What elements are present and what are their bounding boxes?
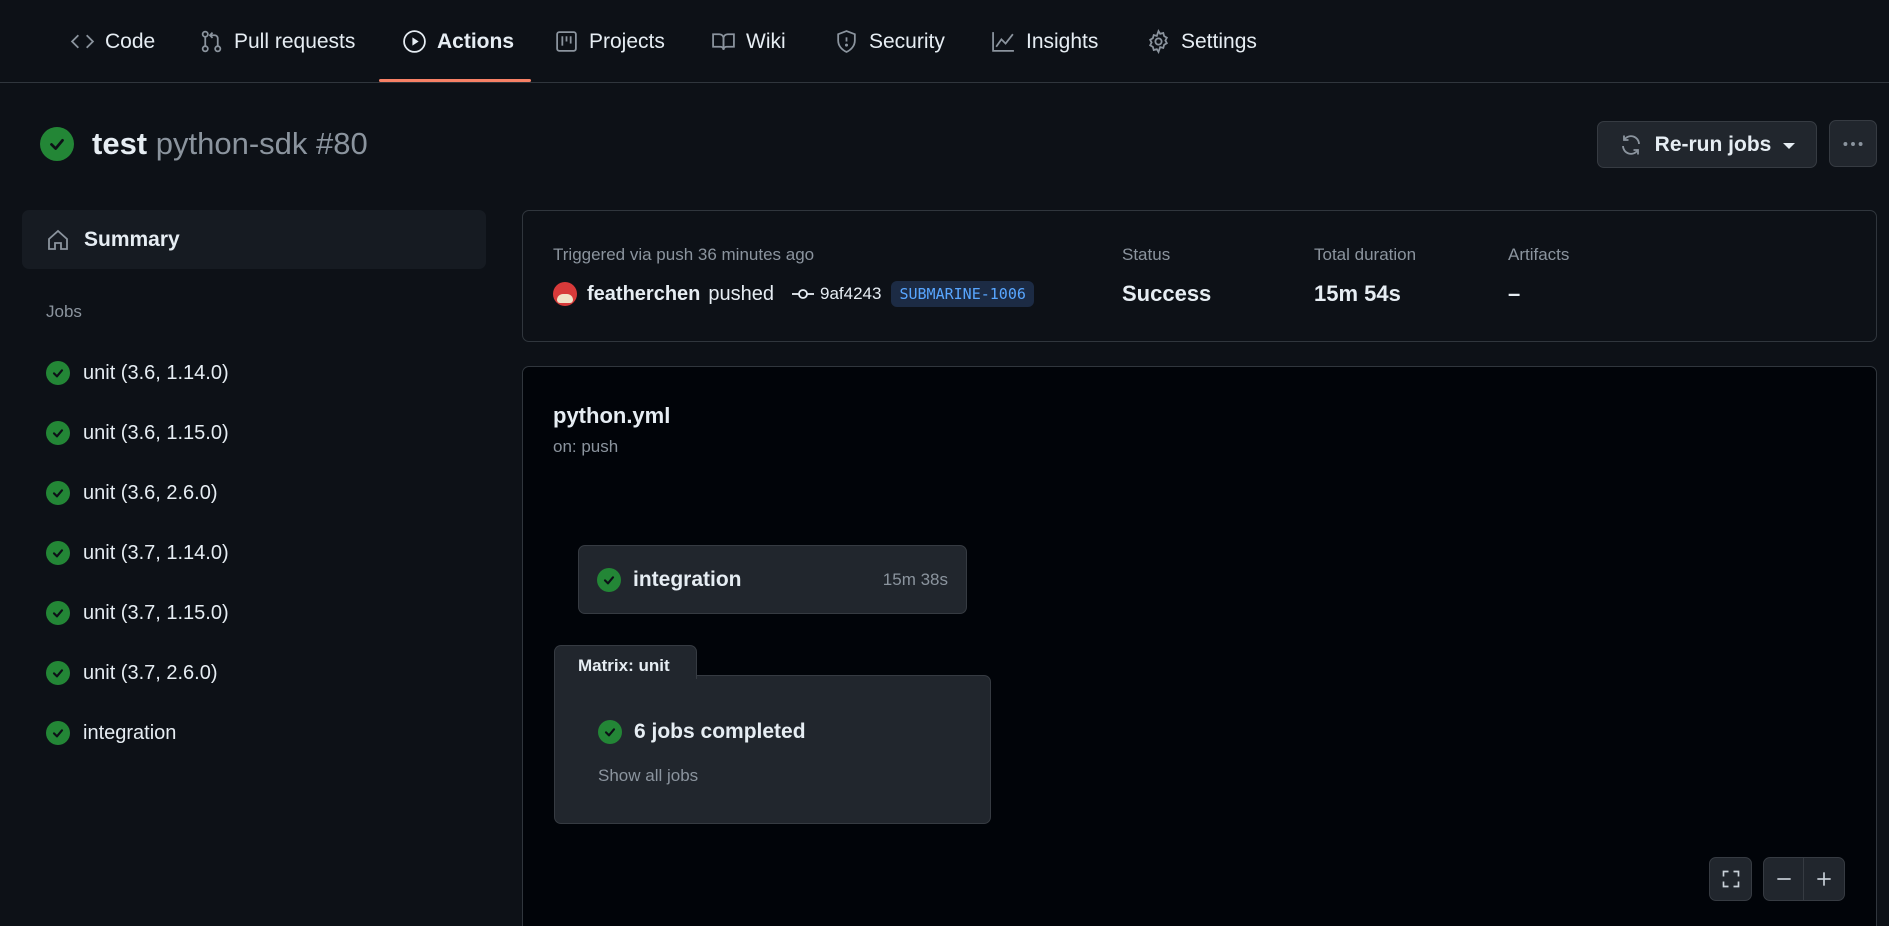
gear-icon — [1148, 29, 1169, 54]
workflow-file[interactable]: python.yml — [553, 403, 670, 429]
status-label: Status — [1122, 245, 1171, 264]
check-circle-icon — [46, 421, 70, 445]
project-icon — [556, 31, 577, 52]
zoom-out-button[interactable] — [1764, 858, 1805, 900]
show-all-jobs-link[interactable]: Show all jobs — [598, 766, 698, 786]
play-icon — [403, 30, 426, 53]
artifacts-value: – — [1508, 281, 1521, 306]
status-value: Success — [1122, 281, 1212, 306]
tab-actions[interactable]: Actions — [402, 0, 514, 83]
page-title: test python-sdk #80 — [40, 124, 368, 164]
sidebar-job-item[interactable]: unit (3.7, 1.14.0) — [46, 538, 229, 568]
check-circle-icon — [598, 720, 622, 744]
tab-settings[interactable]: Settings — [1146, 0, 1257, 83]
job-label: unit (3.6, 1.15.0) — [83, 421, 229, 444]
workflow-name: test — [92, 126, 148, 161]
push-action: pushed — [708, 282, 774, 305]
push-info: featherchen pushed 9af4243 SUBMARINE-100… — [553, 281, 1034, 307]
commit-sha: 9af4243 — [820, 284, 882, 303]
check-circle-icon — [46, 541, 70, 565]
graph-job-integration[interactable]: integration 15m 38s — [578, 545, 967, 614]
job-name: integration — [633, 567, 742, 591]
run-summary-card: Triggered via push 36 minutes ago feathe… — [522, 210, 1877, 342]
sidebar-job-item[interactable]: unit (3.6, 2.6.0) — [46, 478, 218, 508]
tab-label: Security — [869, 29, 945, 53]
caret-down-icon — [1783, 143, 1796, 149]
screen-full-icon — [1722, 870, 1739, 888]
job-label: unit (3.6, 1.14.0) — [83, 361, 229, 384]
check-circle-icon — [46, 661, 70, 685]
branch-badge[interactable]: SUBMARINE-1006 — [891, 281, 1034, 307]
tab-insights[interactable]: Insights — [991, 0, 1098, 83]
tab-security[interactable]: Security — [834, 0, 945, 83]
matrix-completed: 6 jobs completed — [634, 720, 806, 743]
kebab-horizontal-icon — [1843, 141, 1863, 146]
check-circle-icon — [46, 601, 70, 625]
matrix-status: 6 jobs completed — [598, 720, 806, 744]
active-tab-underline — [379, 79, 531, 82]
home-icon — [48, 229, 68, 250]
zoom-controls — [1763, 857, 1845, 901]
tab-label: Wiki — [746, 29, 786, 53]
job-label: unit (3.7, 2.6.0) — [83, 661, 218, 684]
check-circle-icon — [46, 721, 70, 745]
minus-icon — [1776, 878, 1791, 880]
commit-link[interactable]: 9af4243 — [792, 284, 881, 304]
tab-label: Projects — [589, 29, 665, 53]
job-label: unit (3.7, 1.14.0) — [83, 541, 229, 564]
job-label: unit (3.7, 1.15.0) — [83, 601, 229, 624]
sidebar-job-item[interactable]: unit (3.7, 1.15.0) — [46, 598, 229, 628]
jobs-heading: Jobs — [46, 302, 82, 321]
job-duration: 15m 38s — [882, 569, 948, 589]
summary-label: Summary — [84, 227, 180, 251]
tab-code[interactable]: Code — [70, 0, 155, 83]
artifacts-label: Artifacts — [1508, 245, 1570, 264]
check-circle-icon — [597, 567, 621, 592]
more-options-button[interactable] — [1829, 120, 1877, 167]
rerun-jobs-button[interactable]: Re-run jobs — [1597, 121, 1817, 168]
workflow-trigger: on: push — [553, 437, 619, 456]
check-circle-icon — [46, 361, 70, 385]
zoom-in-button[interactable] — [1804, 858, 1844, 900]
trigger-text: Triggered via push 36 minutes ago — [553, 245, 815, 264]
tab-pull-requests[interactable]: Pull requests — [199, 0, 355, 83]
check-circle-icon — [40, 127, 74, 161]
tab-label: Pull requests — [234, 29, 356, 53]
graph-icon — [992, 32, 1014, 52]
tab-label: Actions — [437, 29, 515, 53]
sidebar-job-item[interactable]: integration — [46, 718, 176, 748]
git-commit-icon — [792, 289, 814, 299]
fullscreen-button[interactable] — [1709, 857, 1752, 901]
plus-icon — [1817, 872, 1831, 886]
duration-label: Total duration — [1314, 245, 1417, 264]
sidebar-summary[interactable]: Summary — [22, 210, 486, 269]
code-icon — [70, 34, 95, 49]
tab-label: Code — [105, 29, 156, 53]
matrix-label: Matrix: unit — [554, 645, 697, 679]
book-icon — [712, 33, 735, 51]
avatar[interactable] — [553, 282, 577, 306]
tab-projects[interactable]: Projects — [554, 0, 665, 83]
tab-wiki[interactable]: Wiki — [711, 0, 786, 83]
check-circle-icon — [46, 481, 70, 505]
job-label: unit (3.6, 2.6.0) — [83, 481, 218, 504]
duration-value: 15m 54s — [1314, 281, 1401, 306]
sidebar-job-item[interactable]: unit (3.6, 1.14.0) — [46, 358, 229, 388]
sidebar-job-item[interactable]: unit (3.6, 1.15.0) — [46, 418, 229, 448]
user-link[interactable]: featherchen — [587, 283, 700, 306]
shield-icon — [837, 30, 856, 53]
run-name: python-sdk #80 — [155, 126, 368, 161]
sync-icon — [1621, 134, 1640, 155]
sidebar-job-item[interactable]: unit (3.7, 2.6.0) — [46, 658, 218, 688]
rerun-label: Re-run jobs — [1654, 132, 1772, 156]
tab-label: Settings — [1181, 29, 1257, 53]
repo-nav: Code Pull requests Actions Projects Wiki… — [0, 0, 1889, 83]
tab-label: Insights — [1026, 29, 1099, 53]
workflow-graph: python.yml on: push integration 15m 38s … — [522, 366, 1877, 926]
git-pull-request-icon — [201, 30, 222, 53]
matrix-group: 6 jobs completed Show all jobs — [554, 675, 991, 824]
job-label: integration — [83, 721, 177, 744]
